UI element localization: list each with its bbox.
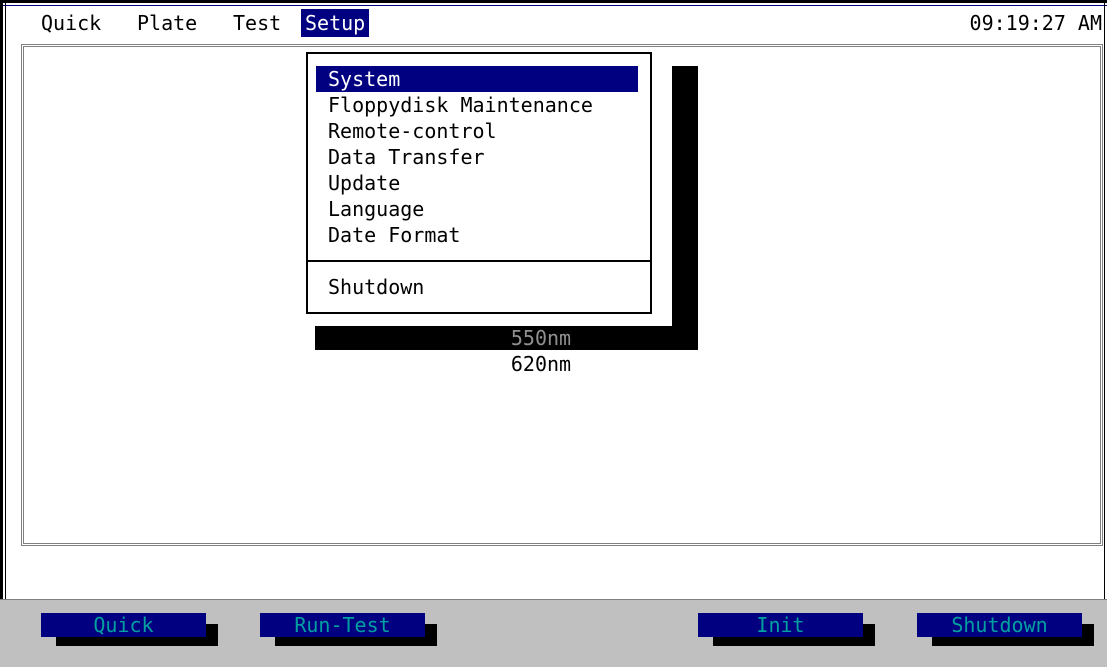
run-test-button[interactable]: Run-Test	[260, 613, 425, 637]
filter-box-shadow-right	[672, 66, 698, 350]
window-top-border	[0, 0, 1107, 3]
filter-item[interactable]: 550nm	[481, 328, 601, 348]
window-right-inner-line	[1104, 0, 1105, 600]
menu-item-shutdown[interactable]: Shutdown	[328, 274, 424, 300]
menu-separator	[308, 260, 650, 262]
clock: 09:19:27 AM	[969, 11, 1102, 35]
menu-item-remote-control[interactable]: Remote-control	[328, 118, 497, 144]
filter-item[interactable]: 620nm	[481, 354, 601, 374]
window-left-inner-line	[5, 0, 6, 600]
menu-bar: Quick Plate Test Setup	[7, 9, 1107, 39]
menu-item-date-format[interactable]: Date Format	[328, 222, 460, 248]
quick-button[interactable]: Quick	[41, 613, 206, 637]
setup-dropdown-menu: System Floppydisk Maintenance Remote-con…	[306, 52, 652, 314]
menu-item-language[interactable]: Language	[328, 196, 424, 222]
function-key-bar: Quick Run-Test Init Shutdown	[0, 599, 1107, 667]
init-button[interactable]: Init	[698, 613, 863, 637]
menu-item-data-transfer[interactable]: Data Transfer	[328, 144, 485, 170]
menu-setup[interactable]: Setup	[301, 9, 370, 37]
menu-item-update[interactable]: Update	[328, 170, 400, 196]
menu-test[interactable]: Test	[229, 9, 285, 37]
menu-quick[interactable]: Quick	[37, 9, 105, 37]
shutdown-button[interactable]: Shutdown	[917, 613, 1082, 637]
menu-item-floppydisk-maintenance[interactable]: Floppydisk Maintenance	[328, 92, 593, 118]
menu-item-system[interactable]: System	[316, 66, 638, 92]
menu-plate[interactable]: Plate	[133, 9, 201, 37]
window-left-border	[0, 0, 3, 666]
window-top-inner-line	[0, 5, 1107, 6]
